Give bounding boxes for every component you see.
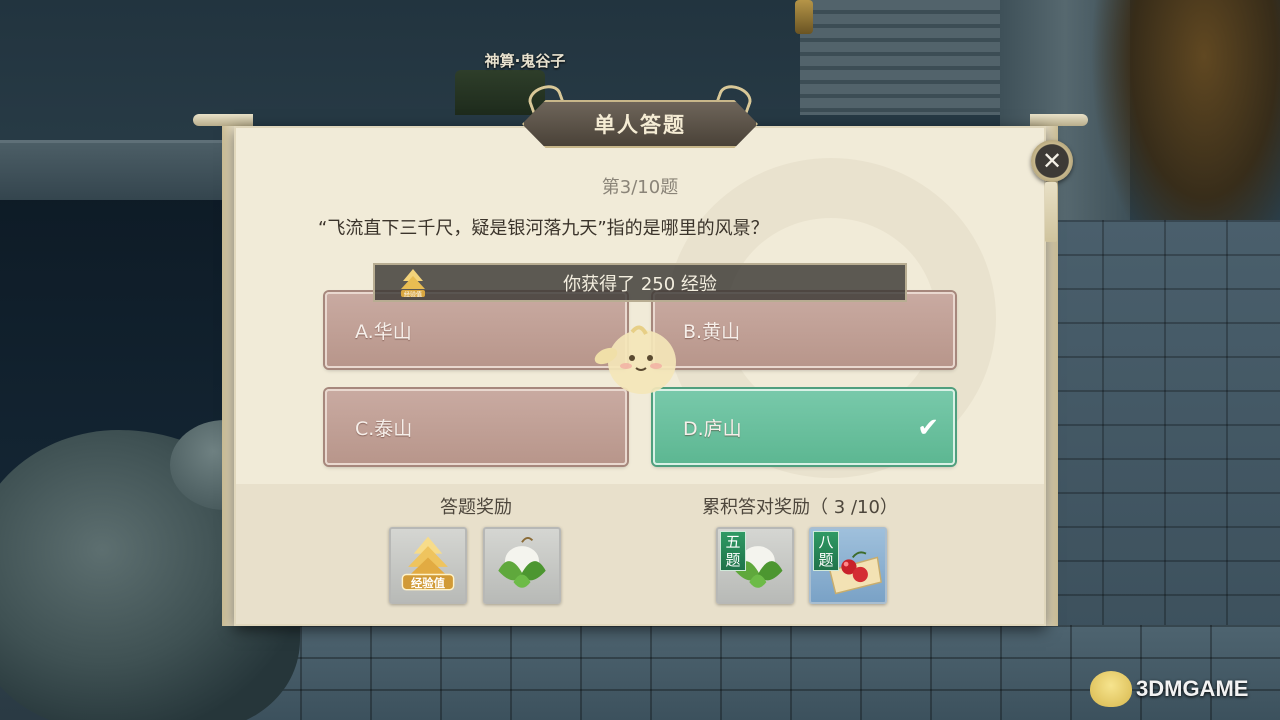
question-number: 第3/10题 [601, 177, 679, 198]
svg-text:经验值: 经验值 [404, 291, 422, 299]
scroll-rod-left [193, 114, 253, 126]
question-text: “飞流直下三千尺，疑是银河落九天”指的是哪里的风景？ [318, 218, 769, 239]
zongzi-icon [498, 537, 546, 588]
answer-option-label: C.泰山 [355, 417, 413, 440]
answer-reward-title: 答题奖励 [440, 497, 512, 518]
exp-gained-text: 你获得了 250 经验 [563, 273, 717, 295]
scroll-tassel [1045, 182, 1057, 242]
site-watermark: 3DMGAME [1090, 668, 1270, 710]
answer-option-c[interactable]: C.泰山 [325, 389, 627, 465]
exp-icon: 经验值 [401, 536, 455, 591]
answer-option-label: B.黄山 [683, 320, 741, 343]
watermark-mascot-icon [1090, 671, 1132, 707]
exp-gained-toast: 经验值 你获得了 250 经验 [373, 263, 907, 302]
svg-text:经验值: 经验值 [411, 576, 446, 590]
hanging-lamp [795, 0, 813, 34]
answer-option-d[interactable]: D.庐山 ✔ [653, 389, 955, 465]
milestone-tag: 八题 [813, 531, 839, 571]
bridge-railing [0, 140, 240, 200]
dialog-title-banner: 单人答题 [522, 100, 758, 148]
cumulative-reward-slot-eight[interactable]: 八题 [809, 527, 887, 604]
dialog-title: 单人答题 [594, 113, 686, 137]
reward-slot-zongzi[interactable] [483, 527, 561, 604]
watermark-text: 3DMGAME [1136, 676, 1249, 701]
checkmark-icon: ✔ [917, 413, 939, 443]
scroll-rod-right [1030, 114, 1088, 126]
quiz-mascot-icon [594, 325, 676, 394]
exp-icon: 经验值 [401, 269, 425, 299]
answer-option-a[interactable]: A.华山 [325, 292, 627, 368]
answer-option-b[interactable]: B.黄山 [653, 292, 955, 368]
cumulative-reward-slot-five[interactable]: 五题 [716, 527, 794, 604]
answer-option-label: D.庐山 [683, 417, 742, 440]
stone-stairs [800, 0, 1020, 115]
answer-option-label: A.华山 [355, 320, 412, 343]
milestone-tag: 五题 [720, 531, 746, 571]
npc-name[interactable]: 神算·鬼谷子 [468, 50, 582, 71]
close-icon: ✕ [1041, 147, 1063, 175]
scroll-edge-left [222, 126, 234, 626]
cumulative-reward-title: 累积答对奖励（ 3 /10） [702, 497, 898, 518]
reward-slot-exp[interactable]: 经验值 [389, 527, 467, 604]
